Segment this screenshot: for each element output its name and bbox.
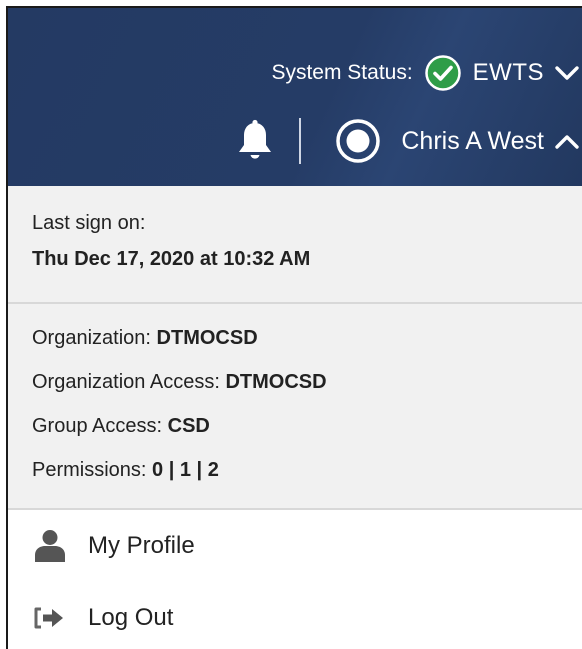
my-profile-label: My Profile xyxy=(88,532,195,559)
bell-icon[interactable] xyxy=(235,119,275,163)
permissions-label: Permissions: xyxy=(32,459,147,481)
my-profile-link[interactable]: My Profile xyxy=(8,510,582,582)
account-info-section: Organization: DTMOCSD Organization Acces… xyxy=(8,304,582,510)
group-access-value: CSD xyxy=(167,415,210,437)
last-sign-on-value: Thu Dec 17, 2020 at 10:32 AM xyxy=(32,248,311,270)
chevron-up-icon[interactable] xyxy=(552,131,582,151)
permissions-row: Permissions: 0 | 1 | 2 xyxy=(32,456,582,500)
organization-access-row: Organization Access: DTMOCSD xyxy=(32,368,582,412)
last-sign-on-label: Last sign on: xyxy=(32,212,146,234)
organization-value: DTMOCSD xyxy=(156,327,258,349)
check-circle-icon xyxy=(424,55,461,91)
last-sign-on-section: Last sign on: Thu Dec 17, 2020 at 10:32 … xyxy=(8,186,582,304)
top-header: System Status: EWTS Chris A West xyxy=(8,8,582,186)
organization-label: Organization: xyxy=(32,327,151,349)
person-icon xyxy=(35,530,65,562)
sign-out-icon xyxy=(34,607,63,629)
organization-access-label: Organization Access: xyxy=(32,371,220,393)
permissions-value: 0 | 1 | 2 xyxy=(152,459,219,481)
system-name: EWTS xyxy=(472,59,544,86)
system-status[interactable]: System Status: EWTS xyxy=(271,52,582,94)
user-dropdown-panel: Last sign on: Thu Dec 17, 2020 at 10:32 … xyxy=(8,186,582,649)
organization-row: Organization: DTMOCSD xyxy=(32,324,582,368)
chevron-down-icon[interactable] xyxy=(552,63,582,83)
header-divider xyxy=(299,118,302,164)
user-menu-window: System Status: EWTS Chris A West Last si… xyxy=(6,6,582,649)
organization-access-value: DTMOCSD xyxy=(225,371,327,393)
log-out-link[interactable]: Log Out xyxy=(8,582,582,649)
group-access-label: Group Access: xyxy=(32,415,163,437)
group-access-row: Group Access: CSD xyxy=(32,412,582,456)
log-out-label: Log Out xyxy=(88,604,174,631)
user-bar: Chris A West xyxy=(235,116,582,166)
user-name[interactable]: Chris A West xyxy=(401,127,544,156)
user-circle-icon[interactable] xyxy=(335,118,381,164)
system-status-label: System Status: xyxy=(271,61,413,84)
